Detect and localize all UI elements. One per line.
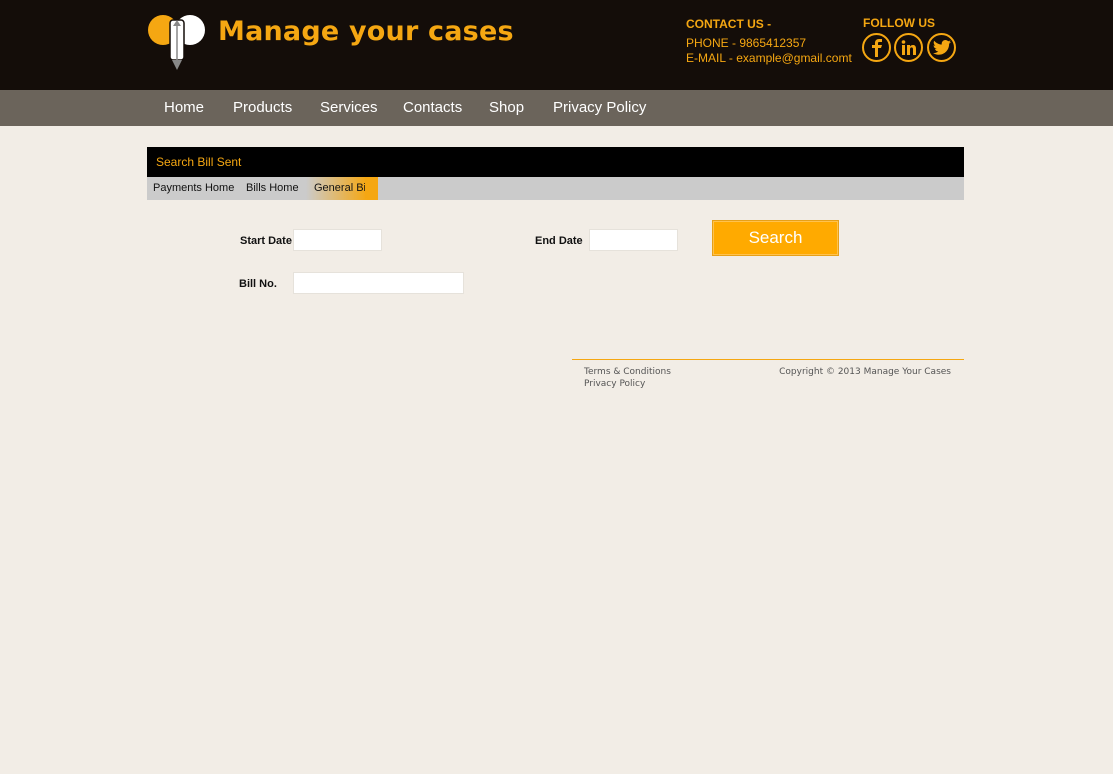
footer-terms-link[interactable]: Terms & Conditions <box>584 367 671 377</box>
contact-email[interactable]: E-MAIL - example@gmail.comt <box>686 51 852 65</box>
end-date-input[interactable] <box>589 229 678 251</box>
nav-item-products[interactable]: Products <box>233 90 292 126</box>
footer-privacy-link[interactable]: Privacy Policy <box>584 379 645 389</box>
nav-item-privacy-policy[interactable]: Privacy Policy <box>553 90 646 126</box>
bill-no-label: Bill No. <box>239 278 277 290</box>
pen-nib-logo-icon[interactable] <box>147 12 207 72</box>
bill-no-input[interactable] <box>293 272 464 294</box>
nav-item-home[interactable]: Home <box>164 90 204 126</box>
site-title: Manage your cases <box>218 16 514 47</box>
facebook-icon[interactable] <box>862 33 891 62</box>
linkedin-icon[interactable] <box>894 33 923 62</box>
contact-heading: CONTACT US - <box>686 17 772 31</box>
end-date-label: End Date <box>535 235 583 247</box>
footer-copyright: Copyright © 2013 Manage Your Cases <box>779 367 951 377</box>
main-nav: Home Products Services Contacts Shop Pri… <box>0 90 1113 126</box>
nav-item-shop[interactable]: Shop <box>489 90 524 126</box>
start-date-label: Start Date <box>240 235 292 247</box>
breadcrumb-bills-home[interactable]: Bills Home <box>246 177 299 200</box>
contact-phone: PHONE - 9865412357 <box>686 36 807 50</box>
panel-title-bar: Search Bill Sent <box>147 147 964 177</box>
nav-item-services[interactable]: Services <box>320 90 378 126</box>
start-date-input[interactable] <box>293 229 382 251</box>
breadcrumb-arrow-icon <box>365 177 377 199</box>
nav-item-contacts[interactable]: Contacts <box>403 90 462 126</box>
page-title: Search Bill Sent <box>156 155 242 169</box>
site-header: Manage your cases CONTACT US - PHONE - 9… <box>0 0 1113 90</box>
footer-divider <box>572 359 964 360</box>
breadcrumb-payments-home[interactable]: Payments Home <box>153 177 234 200</box>
twitter-icon[interactable] <box>927 33 956 62</box>
follow-heading: FOLLOW US <box>863 16 935 30</box>
breadcrumb: Payments Home Bills Home General Bill <box>147 177 964 200</box>
search-button[interactable]: Search <box>712 220 839 256</box>
